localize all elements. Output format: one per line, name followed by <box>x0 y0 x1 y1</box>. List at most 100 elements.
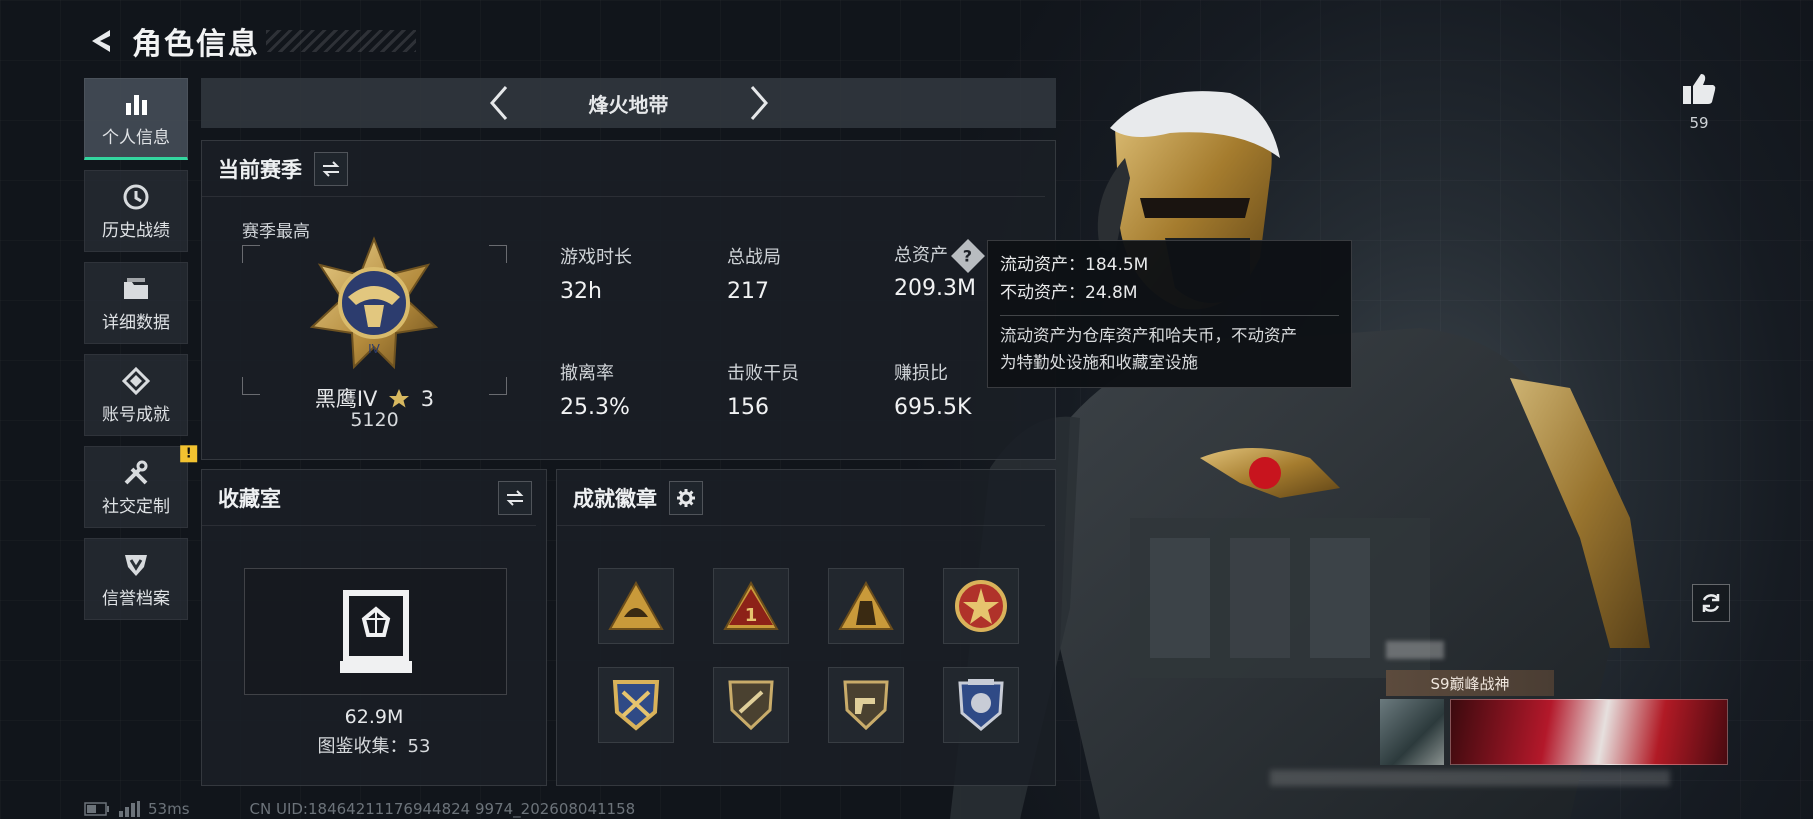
current-season-panel: 当前赛季 赛季最高 IV 黑鹰IV 3 5120 游戏时长 32h 总战局 21… <box>201 140 1056 460</box>
stat-label: 赚损比 <box>894 363 948 384</box>
badge-rifle-shield[interactable] <box>713 667 789 743</box>
tooltip-desc-line1: 流动资产为仓库资产和哈夫币，不动资产 <box>1000 326 1297 345</box>
sidebar-item-reputation[interactable]: 信誉档案 <box>84 538 188 620</box>
collection-display[interactable] <box>244 568 507 695</box>
swap-icon <box>506 489 524 506</box>
history-icon <box>122 182 150 212</box>
prev-map-button[interactable] <box>479 83 519 123</box>
svg-text:IV: IV <box>368 342 381 356</box>
signal-icon <box>119 801 140 817</box>
stat-operators-defeated: 击败干员 156 <box>727 359 799 420</box>
stat-total-assets: 总资产? 209.3M <box>894 239 985 301</box>
shield-icon <box>122 550 150 580</box>
badge-number-one[interactable]: 1 <box>713 568 789 644</box>
sidebar-item-personal-info[interactable]: 个人信息 <box>84 78 188 160</box>
sidebar-item-label: 信誉档案 <box>102 588 170 609</box>
thumbs-up-icon <box>1683 74 1716 104</box>
gear-icon <box>677 488 695 507</box>
sidebar-item-detailed-data[interactable]: 详细数据 <box>84 262 188 344</box>
badge-star-medal[interactable] <box>943 568 1019 644</box>
collection-value: 62.9M <box>344 706 404 728</box>
tooltip-divider <box>1000 315 1339 316</box>
player-banner[interactable] <box>1450 699 1728 765</box>
rank-stars: 3 <box>420 387 435 411</box>
svg-text:1: 1 <box>745 605 758 626</box>
swap-icon <box>322 160 340 177</box>
badge-pistol-shield[interactable] <box>828 667 904 743</box>
rank-emblem-icon: IV <box>309 236 439 370</box>
status-footer: 53ms CN UID:18464211176944824 9974_20260… <box>84 800 635 818</box>
helmet-badge-icon <box>608 581 664 630</box>
badge-soldier[interactable] <box>828 568 904 644</box>
stat-label: 总资产 <box>894 245 948 266</box>
rank-score: 5120 <box>350 409 399 431</box>
rank-frame: IV 黑鹰IV 3 <box>242 236 507 411</box>
player-title-tag: S9巅峰战神 <box>1386 670 1554 696</box>
season-switch-button[interactable] <box>314 151 348 186</box>
blue-shield-badge-icon <box>958 679 1004 731</box>
stat-label-row: 总资产? <box>894 239 985 273</box>
map-selector: 烽火地带 <box>201 78 1056 128</box>
stat-label: 撤离率 <box>560 363 614 384</box>
achievement-badges-panel: 成就徽章 1 <box>556 469 1056 786</box>
season-best-label: 赛季最高 <box>242 222 310 242</box>
blurred-text <box>1270 770 1670 786</box>
sidebar-item-label: 个人信息 <box>102 127 170 148</box>
soldier-badge-icon <box>838 581 894 630</box>
panel-header: 当前赛季 <box>202 141 1045 197</box>
badge-helmet[interactable] <box>598 568 674 644</box>
rank-one-badge-icon: 1 <box>723 581 779 630</box>
tools-icon <box>122 458 150 488</box>
alert-badge: ! <box>180 445 198 463</box>
total-assets-tooltip: 流动资产：184.5M 不动资产：24.8M 流动资产为仓库资产和哈夫币，不动资… <box>987 240 1352 388</box>
sidebar-item-social-custom[interactable]: 社交定制 ! <box>84 445 198 528</box>
like-button[interactable]: 59 <box>1676 72 1722 132</box>
pistol-shield-badge-icon <box>843 680 889 731</box>
rotate-model-button[interactable] <box>1692 584 1730 622</box>
title-decoration <box>266 30 416 52</box>
badge-blue-shield[interactable] <box>943 667 1019 743</box>
badge-settings-button[interactable] <box>669 480 703 515</box>
stat-label: 游戏时长 <box>560 247 632 268</box>
sidebar-item-label: 历史战绩 <box>102 220 170 241</box>
stat-profit-ratio: 赚损比 695.5K <box>894 359 971 420</box>
chevron-right-icon <box>750 86 768 120</box>
achievement-icon <box>122 366 150 396</box>
panel-header: 成就徽章 <box>557 470 1045 526</box>
stat-label: 总战局 <box>727 247 781 268</box>
stat-value: 32h <box>560 279 602 304</box>
rifle-shield-badge-icon <box>728 680 774 731</box>
chevron-left-icon <box>489 86 507 120</box>
stat-label: 击败干员 <box>727 363 799 384</box>
folder-icon <box>122 274 150 304</box>
page-header: 角色信息 <box>84 18 416 64</box>
collection-room-panel: 收藏室 62.9M 图鉴收集：53 <box>201 469 547 786</box>
refresh-icon <box>1702 594 1720 612</box>
collection-panel-title: 收藏室 <box>218 486 281 511</box>
battery-icon <box>84 802 109 816</box>
player-avatar[interactable] <box>1380 699 1444 765</box>
crossed-guns-badge-icon <box>612 680 660 731</box>
badge-crossed-guns[interactable] <box>598 667 674 743</box>
stat-value: 217 <box>727 279 769 304</box>
stat-extraction-rate: 撤离率 25.3% <box>560 359 630 420</box>
help-icon[interactable]: ? <box>951 239 985 273</box>
map-name: 烽火地带 <box>588 92 669 117</box>
display-case-icon <box>340 590 412 673</box>
next-map-button[interactable] <box>739 83 779 123</box>
sidebar-item-achievements[interactable]: 账号成就 <box>84 354 188 436</box>
stat-total-matches: 总战局 217 <box>727 243 781 304</box>
sidebar-item-history[interactable]: 历史战绩 <box>84 170 188 252</box>
sidebar-item-label: 账号成就 <box>102 404 170 425</box>
ping-value: 53ms <box>148 800 190 818</box>
back-arrow-icon[interactable] <box>84 24 118 58</box>
star-icon <box>389 389 410 408</box>
season-panel-title: 当前赛季 <box>218 157 302 182</box>
star-medal-badge-icon <box>955 580 1007 632</box>
collection-switch-button[interactable] <box>498 480 532 515</box>
tooltip-desc-line2: 为特勤处设施和收藏室设施 <box>1000 353 1198 372</box>
user-uid: CN UID:18464211176944824 9974_2026080411… <box>249 800 636 818</box>
tooltip-fixed-assets: 不动资产：24.8M <box>1000 283 1138 303</box>
stat-play-time: 游戏时长 32h <box>560 243 632 304</box>
like-count: 59 <box>1689 114 1709 132</box>
